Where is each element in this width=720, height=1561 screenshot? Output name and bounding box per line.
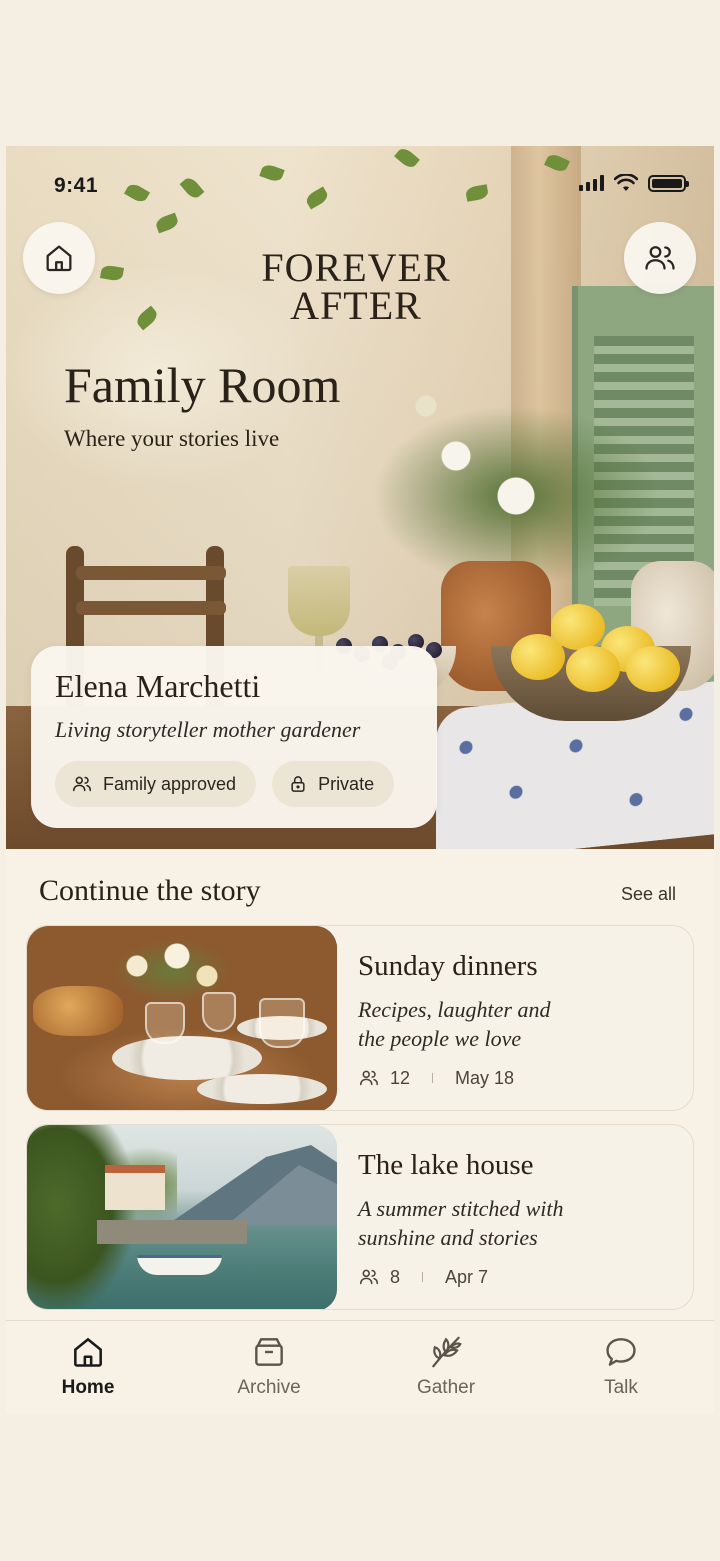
forever-after-logo: FOREVER AFTER [226,245,486,328]
profile-bio: Living storyteller mother gardener [55,717,361,742]
page-subtitle: Where your stories live [64,426,280,451]
meta-divider [422,1272,424,1282]
story-description-line: Recipes, laughter and [358,997,551,1022]
lemon [551,604,605,650]
lock-icon [291,776,305,792]
story-card-lake-house[interactable]: The lake house A summer stitched with su… [26,1124,694,1310]
hero-banner: 9:41 FOREVER AFTER Family Room Where you… [6,146,714,849]
story-date: Apr 7 [445,1266,489,1287]
story-meta: 8 Apr 7 [358,1266,678,1288]
trees [27,1125,177,1309]
story-date: May 18 [455,1067,515,1088]
lemon [566,646,620,692]
page-title: Family Room [64,357,341,413]
chip-label: Family approved [103,773,237,794]
story-title: The lake house [358,1149,534,1181]
profile-name: Elena Marchetti [55,668,261,704]
nav-item-gather[interactable]: Gather [376,1333,516,1399]
archive-icon [255,1338,283,1366]
lake-house-photo [27,1125,337,1309]
story-description: Recipes, laughter and the people we love [358,995,678,1053]
story-description-line: sunshine and stories [358,1225,538,1250]
people-icon [359,1269,379,1285]
nav-label: Gather [416,1377,476,1398]
chip-label: Private [318,773,375,794]
story-image [27,1125,337,1309]
people-icon [359,1070,379,1086]
story-description-line: the people we love [358,1026,522,1051]
status-time: 9:41 [54,174,99,197]
villa [105,1165,165,1210]
cellular-signal-icon [579,175,604,191]
profile-card[interactable]: Elena Marchetti Living storyteller mothe… [31,646,437,828]
see-all-link[interactable]: See all [621,884,676,905]
dinner-table-photo [27,926,337,1110]
chat-bubble-icon [606,1338,636,1366]
nav-label: Talk [604,1377,638,1398]
home-button[interactable] [23,222,95,294]
meta-divider [432,1073,434,1083]
people-icon [645,246,675,270]
story-description-line: A summer stitched with [358,1196,564,1221]
story-image [27,926,337,1110]
nav-item-archive[interactable]: Archive [199,1333,339,1399]
people-icon [72,776,92,792]
story-meta: 12 May 18 [358,1067,678,1089]
rowboat [137,1255,222,1275]
bottom-nav: Home Archive Gather Talk [6,1320,714,1414]
plate [197,1074,327,1104]
nav-item-home[interactable]: Home [18,1333,158,1399]
lemon [626,646,680,692]
member-count: 8 [390,1266,401,1287]
story-description: A summer stitched with sunshine and stor… [358,1194,678,1252]
story-card-sunday-dinners[interactable]: Sunday dinners Recipes, laughter and the… [26,925,694,1111]
family-approved-chip[interactable]: Family approved [55,761,257,807]
wine-glass [145,1002,185,1044]
leaf-icon [432,1336,462,1368]
family-members-button[interactable] [624,222,696,294]
hero-photo-glass [288,566,350,636]
app-screen: 9:41 FOREVER AFTER Family Room Where you… [6,146,714,1414]
battery-icon [648,174,689,192]
wine-glass [202,992,236,1032]
profile-chips: Family approved Private [55,761,413,807]
story-title: Sunday dinners [358,950,538,982]
nav-label: Archive [237,1377,301,1398]
stone-wall [97,1220,247,1244]
private-chip[interactable]: Private [272,761,395,807]
status-icons [579,174,689,192]
home-icon [46,245,72,272]
wine-glass [259,998,305,1048]
nav-item-talk[interactable]: Talk [551,1333,691,1399]
home-icon [74,1338,102,1367]
member-count: 12 [390,1067,411,1088]
story-text: Sunday dinners Recipes, laughter and the… [358,950,678,1089]
logo-line-2: AFTER [290,283,422,328]
story-text: The lake house A summer stitched with su… [358,1149,678,1288]
logo-line-1: FOREVER [261,245,451,290]
nav-label: Home [61,1377,115,1398]
plate [112,1036,262,1080]
section-title: Continue the story [39,874,261,907]
wifi-icon [614,174,638,191]
